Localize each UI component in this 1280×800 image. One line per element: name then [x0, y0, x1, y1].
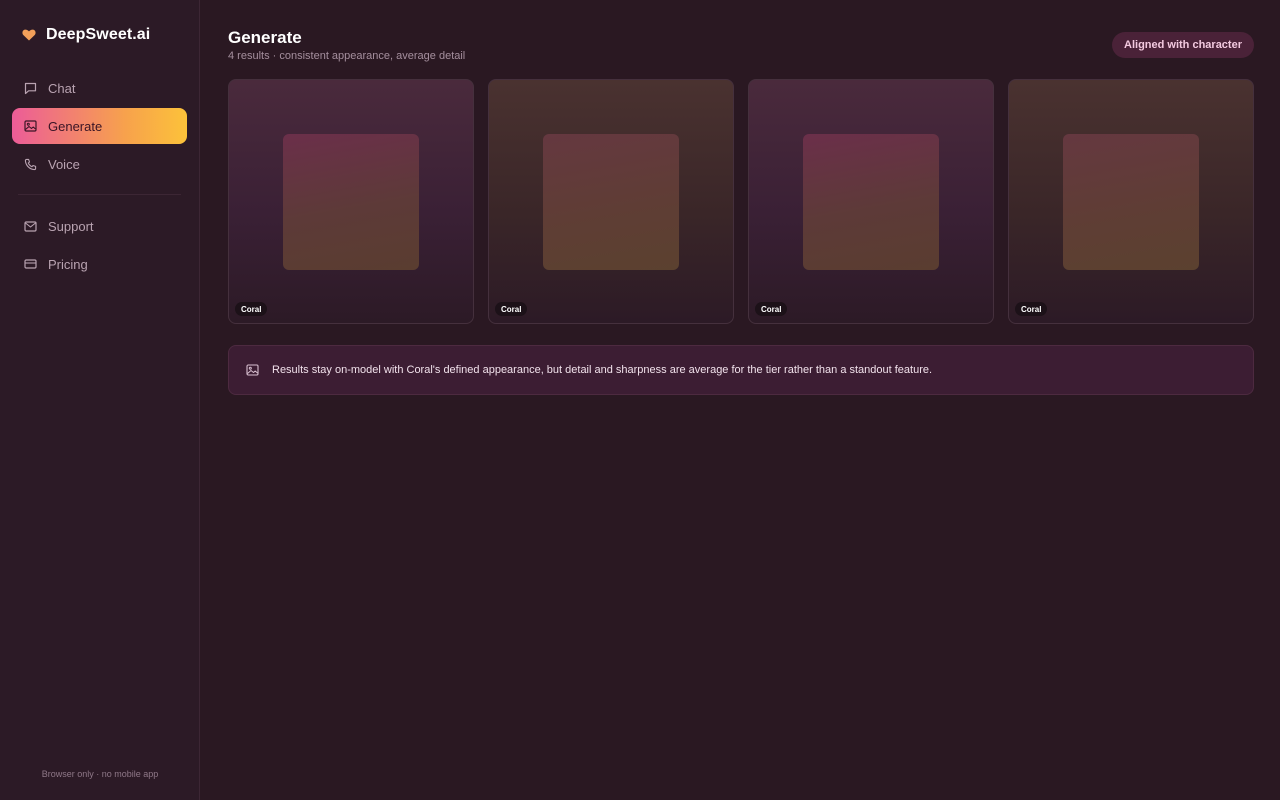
sidebar-item-chat[interactable]: Chat [12, 70, 187, 106]
status-badge: Aligned with character [1112, 32, 1254, 58]
character-tag: Coral [495, 302, 528, 316]
page-title: Generate [228, 28, 302, 47]
brand[interactable]: DeepSweet.ai [12, 17, 187, 53]
result-card[interactable]: Coral [228, 79, 474, 324]
result-card[interactable]: Coral [488, 79, 734, 324]
sidebar-item-generate[interactable]: Generate [12, 108, 187, 144]
result-thumbnail [1063, 134, 1199, 270]
main-content: Generate 4 results · consistent appearan… [200, 0, 1280, 800]
result-card[interactable]: Coral [748, 79, 994, 324]
sidebar: DeepSweet.ai Chat Generate Voice Support… [0, 0, 200, 800]
result-thumbnail [283, 134, 419, 270]
sidebar-footer-note: Browser only · no mobile app [41, 769, 159, 779]
sidebar-item-label: Support [48, 218, 94, 234]
image-icon [246, 364, 259, 376]
sidebar-item-label: Chat [48, 80, 76, 96]
results-grid: Coral Coral Coral Coral [228, 79, 1254, 324]
result-thumbnail [803, 134, 939, 270]
sidebar-divider [18, 194, 181, 195]
sidebar-item-label: Voice [48, 156, 80, 172]
image-icon [23, 119, 37, 133]
info-text: Results stay on-model with Coral's defin… [272, 364, 933, 376]
info-note: Results stay on-model with Coral's defin… [228, 345, 1254, 395]
sidebar-item-label: Generate [48, 118, 103, 134]
result-thumbnail [543, 134, 679, 270]
brand-name: DeepSweet.ai [46, 26, 151, 43]
app-window: DeepSweet.ai Chat Generate Voice Support… [0, 0, 1280, 800]
sidebar-item-label: Pricing [48, 256, 88, 272]
page-header: Generate 4 results · consistent appearan… [228, 0, 1254, 80]
sidebar-nav: Chat Generate Voice Support Pricing [12, 70, 187, 282]
sidebar-item-voice[interactable]: Voice [12, 146, 187, 182]
character-tag: Coral [1015, 302, 1048, 316]
character-tag: Coral [235, 302, 268, 316]
sidebar-item-pricing[interactable]: Pricing [12, 246, 187, 282]
result-card[interactable]: Coral [1008, 79, 1254, 324]
card-icon [23, 257, 37, 271]
sidebar-item-support[interactable]: Support [12, 208, 187, 244]
page-subtitle: 4 results · consistent appearance, avera… [228, 50, 466, 62]
chat-icon [23, 81, 37, 95]
mail-icon [23, 219, 37, 233]
phone-icon [23, 157, 37, 171]
character-tag: Coral [755, 302, 788, 316]
heart-icon [22, 29, 36, 41]
